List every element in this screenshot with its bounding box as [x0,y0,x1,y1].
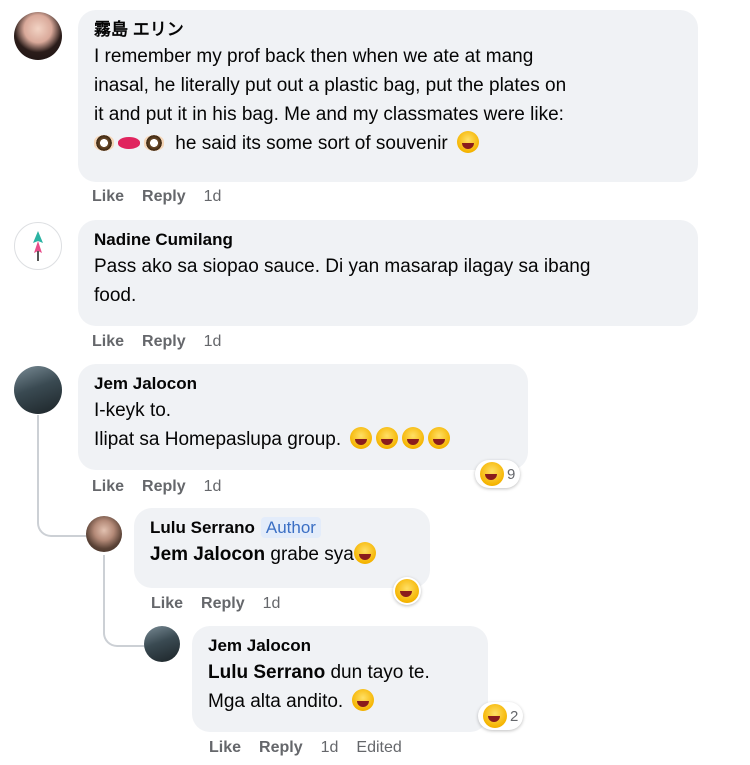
author-name[interactable]: Lulu Serrano [150,518,255,537]
comment-bubble: Lulu Serrano Author Jem Jalocon grabe sya [134,508,430,588]
avatar[interactable] [14,222,62,270]
laughing-emoji-icon [352,689,375,711]
eyes-emoji-icon [144,135,164,151]
edited-label[interactable]: Edited [356,739,401,756]
comment-line: I remember my prof back then when we ate… [94,46,534,67]
like-button[interactable]: Like [209,739,241,756]
lips-emoji-icon [118,137,140,149]
reaction-count: 9 [507,465,516,483]
mention-link[interactable]: Jem Jalocon [150,544,265,565]
comment-line-text: grabe sya [270,544,354,565]
comment-line: it and put it in his bag. Me and my clas… [94,104,564,125]
thread-connector [37,505,87,537]
reply-button[interactable]: Reply [142,478,186,495]
timestamp[interactable]: 1d [321,739,339,756]
comment-author: Lulu Serrano Author [150,517,414,538]
logo-icon [33,231,43,261]
comment-text: Lulu Serrano dun tayo te. Mga alta andit… [208,658,472,716]
comment-line-text: Ilipat sa Homepaslupa group. [94,429,342,450]
comment-line: I-keyk to. [94,400,172,421]
comment-text: Jem Jalocon grabe sya [150,540,414,569]
avatar[interactable] [144,626,180,662]
comment-bubble: Jem Jalocon Lulu Serrano dun tayo te. Mg… [192,626,488,732]
reaction-summary[interactable] [393,577,421,605]
comment-author[interactable]: Jem Jalocon [208,636,472,656]
laughing-emoji-icon [395,579,419,603]
comment-text: I-keyk to. Ilipat sa Homepaslupa group. [94,396,512,454]
reaction-count: 2 [510,707,519,725]
timestamp[interactable]: 1d [204,188,222,205]
comment-line: inasal, he literally put out a plastic b… [94,75,567,96]
laughing-emoji-icon [480,462,504,486]
thread-connector [103,615,145,647]
laughing-emoji-icon [428,427,451,449]
author-badge: Author [260,517,321,538]
comment-line: Ilipat sa Homepaslupa group. [94,425,512,454]
timestamp[interactable]: 1d [263,595,281,612]
rofl-emoji-icon [353,542,376,564]
comment-line: food. [94,285,137,306]
comment-line-text: dun tayo te. [330,662,430,683]
reply-button[interactable]: Reply [142,333,186,350]
laughing-emoji-icon [483,704,507,728]
comment-actions: Like Reply 1d [151,595,298,613]
laughing-emoji-icon [402,427,425,449]
comment-bubble: Jem Jalocon I-keyk to. Ilipat sa Homepas… [78,364,528,470]
comment-text: I remember my prof back then when we ate… [94,42,682,158]
mention-link[interactable]: Lulu Serrano [208,662,325,683]
comment-actions: Like Reply 1d Edited [209,739,420,757]
avatar[interactable] [14,366,62,414]
laughing-emoji-icon [376,427,399,449]
comment-line: Mga alta andito. [208,687,472,716]
reply-button[interactable]: Reply [259,739,303,756]
comment-author[interactable]: 霧島 エリン [94,20,682,40]
comment-line: he said its some sort of souvenir [94,129,682,158]
eyes-emoji-icon [94,135,114,151]
like-button[interactable]: Like [92,333,124,350]
laughing-emoji-icon [457,131,480,153]
timestamp[interactable]: 1d [204,478,222,495]
comment-line-text: he said its some sort of souvenir [175,133,448,154]
comment-actions: Like Reply 1d [92,333,239,351]
comment-bubble: Nadine Cumilang Pass ako sa siopao sauce… [78,220,698,326]
comment-bubble: 霧島 エリン I remember my prof back then when… [78,10,698,182]
like-button[interactable]: Like [92,478,124,495]
comment-actions: Like Reply 1d [92,188,239,206]
reply-button[interactable]: Reply [201,595,245,612]
timestamp[interactable]: 1d [204,333,222,350]
reaction-summary[interactable]: 9 [475,460,521,488]
comment-line: Pass ako sa siopao sauce. Di yan masarap… [94,256,591,277]
avatar[interactable] [86,516,122,552]
comment-line-text: Mga alta andito. [208,691,344,712]
reaction-summary[interactable]: 2 [478,702,524,730]
comment-line: Lulu Serrano dun tayo te. [208,658,472,687]
like-button[interactable]: Like [92,188,124,205]
comment-actions: Like Reply 1d [92,478,239,496]
laughing-emoji-icon [350,427,373,449]
comment-author[interactable]: Jem Jalocon [94,374,512,394]
reply-button[interactable]: Reply [142,188,186,205]
avatar[interactable] [14,12,62,60]
comment-author[interactable]: Nadine Cumilang [94,230,682,250]
like-button[interactable]: Like [151,595,183,612]
comment-text: Pass ako sa siopao sauce. Di yan masarap… [94,252,682,310]
